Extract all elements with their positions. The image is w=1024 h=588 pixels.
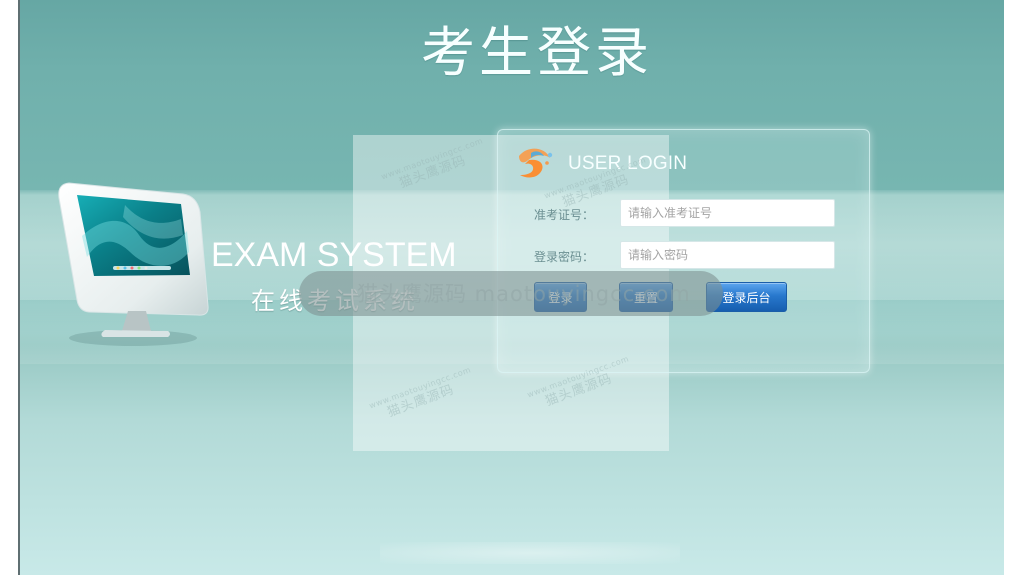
login-page: 考生登录 EXAM SYSTEM USER LOGIN 准考证号： 请输入准考证… (0, 0, 1024, 588)
page-title: 考生登录 (421, 21, 653, 84)
login-panel: USER LOGIN 准考证号： 登录密码： 登录 重置 登录后台 (497, 129, 870, 373)
exam-id-input[interactable] (620, 199, 835, 227)
password-input[interactable] (620, 241, 835, 269)
password-label: 登录密码： (534, 250, 595, 264)
system-title: EXAM SYSTEM (211, 236, 457, 274)
exam-logo-icon (519, 148, 553, 178)
watermark-center-text: 猫头鹰源码 maotouyingcc.com (357, 282, 691, 306)
login-background: 考生登录 EXAM SYSTEM USER LOGIN 准考证号： 请输入准考证… (20, 0, 1004, 575)
bottom-reflection (380, 542, 680, 564)
computer-icon (58, 182, 209, 346)
